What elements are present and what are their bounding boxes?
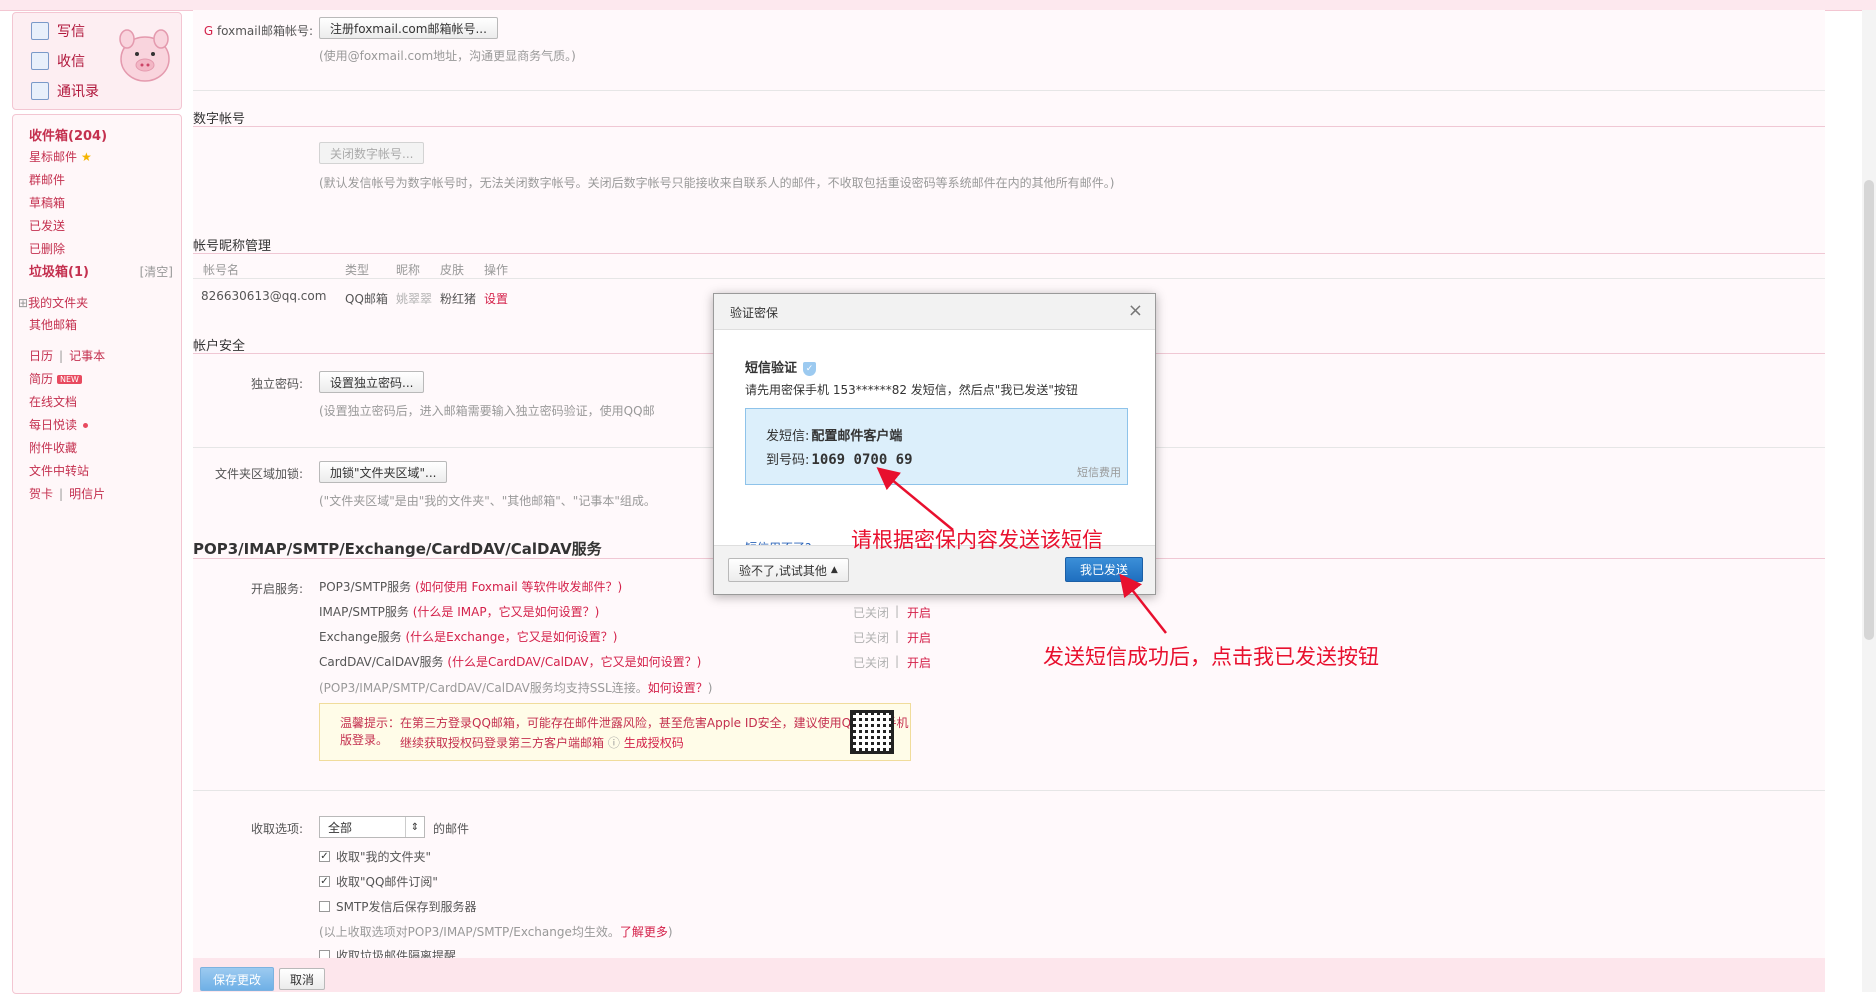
annotation-arrows <box>876 467 1167 634</box>
scrollbar[interactable] <box>1862 10 1876 992</box>
annotation-send-sms: 请根据密保内容发送该短信 <box>851 528 1103 552</box>
annotation-click-sent: 发送短信成功后，点击我已发送按钮 <box>1043 645 1379 669</box>
arrow-to-sms-box <box>876 467 954 531</box>
scrollbar-thumb[interactable] <box>1864 180 1874 640</box>
arrow-to-sent-button <box>1119 573 1167 634</box>
